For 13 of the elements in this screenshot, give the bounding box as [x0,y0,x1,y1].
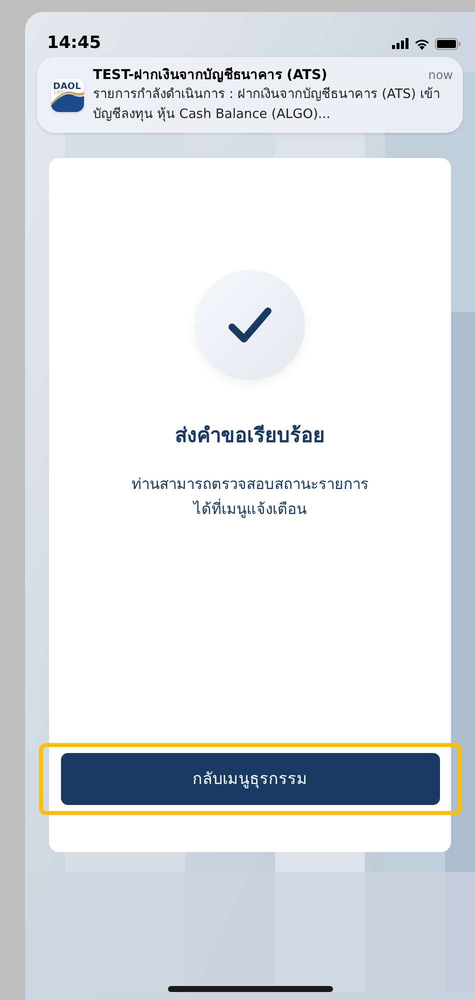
wifi-icon [414,38,430,50]
notification-body: รายการกำลังดำเนินการ : ฝากเงินจากบัญชีธนาคาร (ATS) เข้าบัญชีลงทุน หุ้น Cash Balance (ALGO)... [93,86,442,124]
notification-time: now [428,67,453,84]
logo-text: DAOL [53,82,81,92]
back-to-transactions-button[interactable]: กลับเมนูธุรกรรม [60,753,440,805]
status-time: 14:45 [47,32,102,55]
battery-icon [435,38,461,50]
wave-logo-icon [51,88,84,112]
signal-icon [392,38,409,49]
notification-title: TEST-ฝากเงินจากบัญชีธนาคาร (ATS) [93,66,328,85]
result-message: ได้ที่เมนูแจ้งเตือน [194,498,306,520]
result-message: ท่านสามารถตรวจสอบสถานะรายการ [132,474,368,495]
result-title: ส่งคำขอเรียบร้อย [175,422,325,449]
